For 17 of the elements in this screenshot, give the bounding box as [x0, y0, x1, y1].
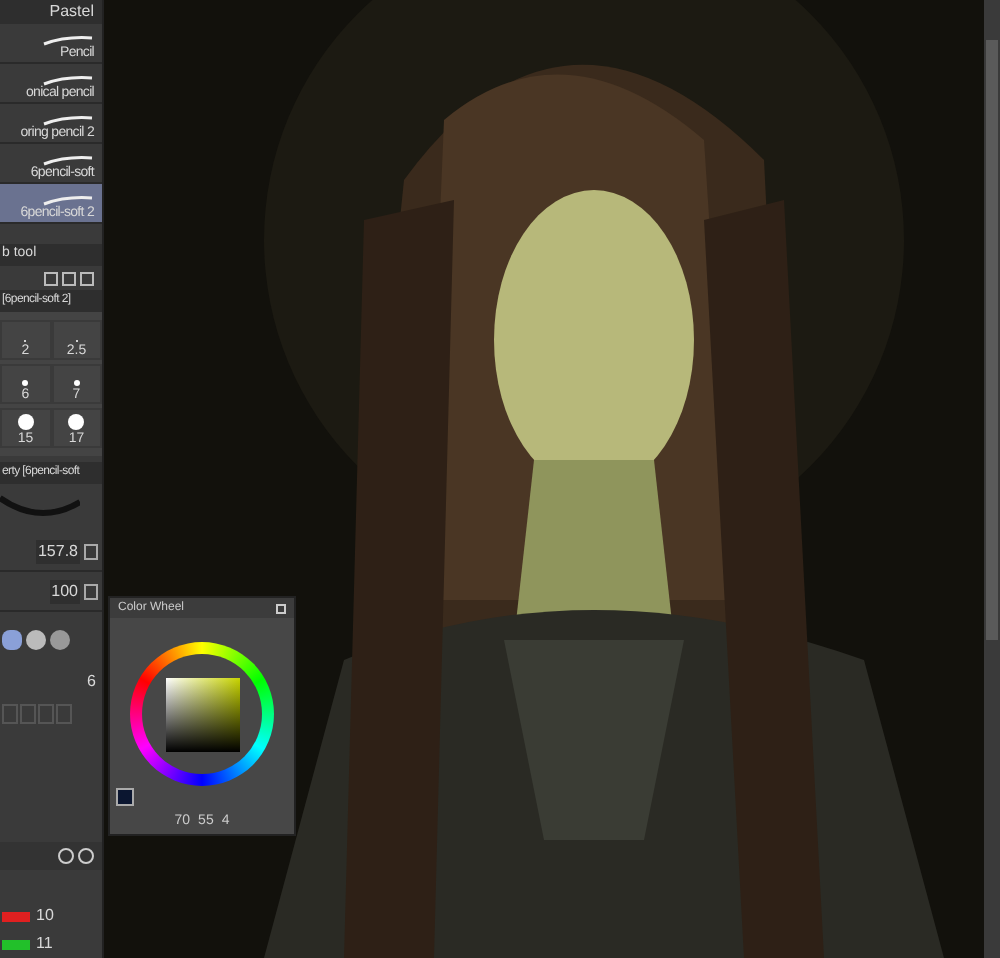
slider-value: 11: [36, 932, 53, 956]
size-field[interactable]: 157.8: [35, 539, 80, 563]
saturation-square[interactable]: [165, 677, 239, 751]
stroke-icon: [42, 76, 94, 86]
color-swatch[interactable]: [116, 788, 134, 806]
brush-group-tab[interactable]: Pastel: [0, 0, 102, 24]
stroke-icon: [42, 36, 94, 46]
stroke-icon: [42, 156, 94, 166]
density-field[interactable]: 6: [87, 670, 96, 694]
clock-icon[interactable]: [58, 848, 74, 864]
close-icon[interactable]: [276, 603, 286, 613]
stroke-icon: [42, 196, 94, 206]
slider-value: 10: [36, 904, 54, 928]
zoom-icon[interactable]: [78, 848, 94, 864]
stroke-preview-icon: [0, 494, 80, 522]
opacity-field[interactable]: 100: [49, 579, 80, 603]
stroke-icon: [42, 116, 94, 126]
